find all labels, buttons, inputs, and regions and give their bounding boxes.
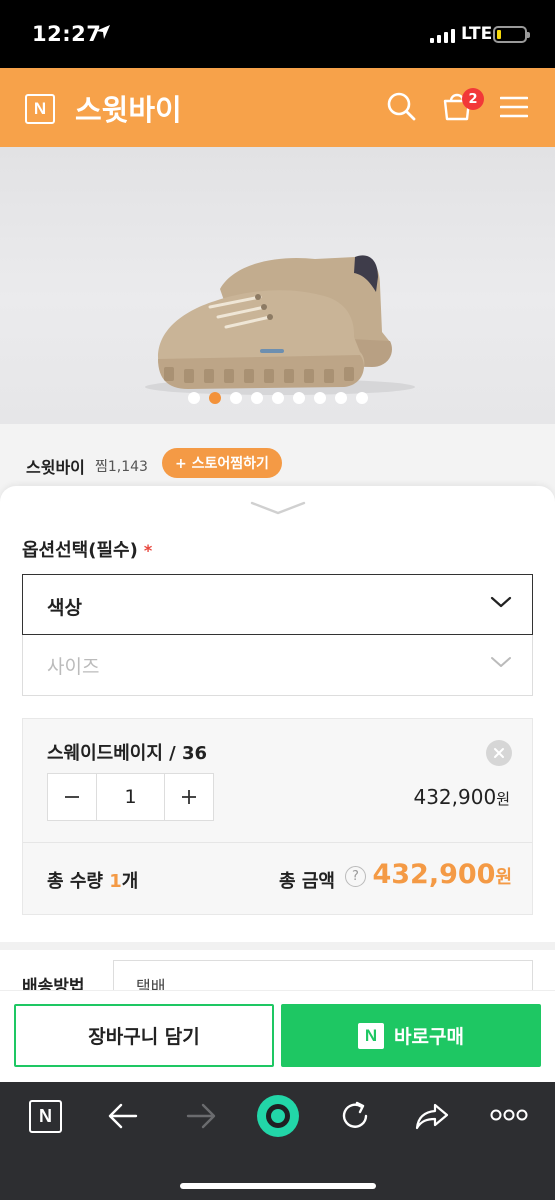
- option-title-text: 옵션선택(필수): [22, 540, 138, 561]
- required-mark: *: [143, 541, 153, 560]
- color-select[interactable]: 색상: [22, 574, 533, 635]
- option-bottom-sheet: 옵션선택(필수) * 색상 사이즈 스웨이드베이지 / 36 1 432,900…: [0, 486, 555, 1000]
- buy-now-button[interactable]: N 바로구매: [281, 1004, 541, 1067]
- share-icon[interactable]: [415, 1101, 449, 1131]
- cart-count-badge: 2: [462, 88, 484, 110]
- carousel-dot[interactable]: [208, 392, 221, 404]
- decrease-quantity-button[interactable]: [48, 774, 96, 820]
- option-price-unit: 원: [496, 790, 510, 808]
- total-quantity-unit: 개: [121, 871, 139, 892]
- store-header: N 스윗바이 2: [0, 68, 555, 147]
- store-favorite-button[interactable]: + 스토어찜하기: [162, 448, 282, 478]
- status-bar: 12:27 LTE: [0, 0, 555, 68]
- minus-icon: [65, 796, 79, 798]
- carousel-dot[interactable]: [250, 392, 263, 404]
- help-icon[interactable]: ?: [345, 866, 366, 887]
- search-icon[interactable]: [386, 91, 416, 121]
- refresh-icon[interactable]: [339, 1100, 371, 1132]
- carousel-indicator: [0, 392, 555, 404]
- network-label: LTE: [461, 24, 493, 44]
- total-quantity-label: 총 수량: [47, 871, 103, 892]
- carousel-dot[interactable]: [187, 392, 200, 404]
- buy-now-label: 바로구매: [394, 1026, 464, 1048]
- carousel-dot[interactable]: [355, 392, 368, 404]
- carousel-dot[interactable]: [313, 392, 326, 404]
- product-sneakers-image: [145, 255, 415, 395]
- total-amount-unit: 원: [495, 867, 512, 888]
- quantity-stepper[interactable]: 1: [47, 773, 214, 821]
- carousel-dot[interactable]: [292, 392, 305, 404]
- option-section-title: 옵션선택(필수) *: [22, 536, 152, 562]
- location-arrow-icon: [96, 25, 110, 39]
- selected-option-name: 스웨이드베이지 / 36: [47, 743, 208, 764]
- store-title[interactable]: 스윗바이: [75, 87, 182, 129]
- close-icon: [494, 748, 504, 758]
- naver-logo-icon[interactable]: N: [25, 94, 55, 124]
- signal-icon: [430, 27, 455, 43]
- total-amount: 432,900원: [372, 859, 512, 890]
- store-name[interactable]: 스윗바이: [26, 454, 85, 478]
- quantity-value[interactable]: 1: [96, 774, 165, 820]
- color-select-label: 색상: [47, 597, 82, 619]
- remove-option-button[interactable]: [486, 740, 512, 766]
- naver-pay-icon: N: [358, 1022, 385, 1049]
- divider: [23, 842, 532, 843]
- battery-icon: [493, 26, 530, 43]
- status-time: 12:27: [32, 22, 102, 46]
- increase-quantity-button[interactable]: [165, 774, 213, 820]
- total-amount-label: 총 금액: [279, 871, 335, 892]
- size-select[interactable]: 사이즈: [22, 635, 533, 696]
- back-arrow-icon[interactable]: [108, 1102, 138, 1130]
- section-divider: [0, 942, 555, 950]
- total-amount-value: 432,900: [372, 859, 496, 890]
- menu-icon[interactable]: [500, 95, 528, 119]
- chevron-down-icon: [490, 596, 512, 608]
- carousel-dot[interactable]: [334, 392, 347, 404]
- total-quantity-value: 1: [109, 871, 122, 892]
- size-select-label: 사이즈: [47, 656, 100, 678]
- green-dot-icon[interactable]: [256, 1094, 300, 1138]
- carousel-dot[interactable]: [229, 392, 242, 404]
- forward-arrow-icon[interactable]: [186, 1102, 216, 1130]
- option-price-value: 432,900: [413, 785, 497, 809]
- product-image-carousel[interactable]: [0, 147, 555, 424]
- option-price: 432,900원: [413, 785, 510, 809]
- store-likes-count: 찜1,143: [95, 459, 148, 475]
- total-quantity: 총 수량 1개: [47, 867, 138, 893]
- plus-icon: [182, 790, 196, 804]
- add-to-cart-button[interactable]: 장바구니 담기: [14, 1004, 274, 1067]
- collapse-chevron-icon[interactable]: [250, 500, 306, 516]
- chevron-down-icon: [491, 657, 511, 667]
- naver-home-icon[interactable]: N: [29, 1100, 62, 1133]
- home-indicator: [180, 1183, 376, 1189]
- more-icon[interactable]: [490, 1108, 528, 1122]
- store-info-row: 스윗바이 찜1,143 + 스토어찜하기: [0, 424, 555, 490]
- purchase-action-bar: 장바구니 담기 N 바로구매: [0, 990, 555, 1082]
- selected-option-box: 스웨이드베이지 / 36 1 432,900원 총 수량 1개 총 금액 ? 4…: [22, 718, 533, 915]
- carousel-dot[interactable]: [271, 392, 284, 404]
